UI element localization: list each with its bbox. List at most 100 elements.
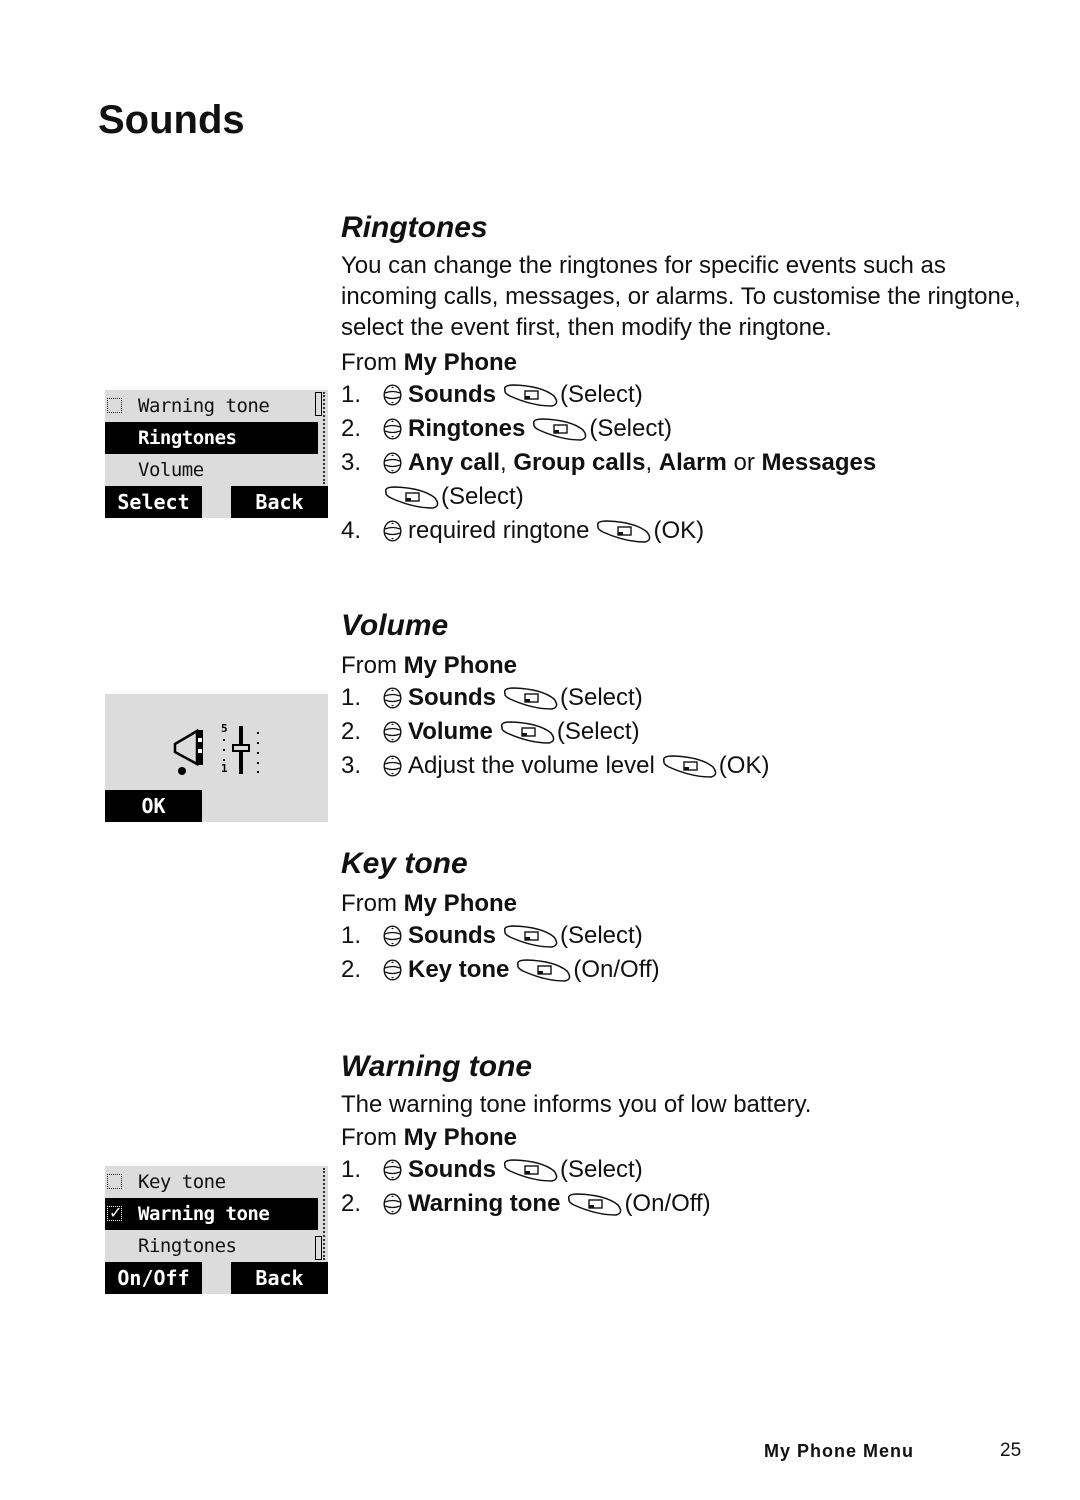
step-action: (Select): [560, 922, 643, 949]
volume-display: 5 1: [173, 722, 259, 775]
softkey-bar: Select Back: [105, 486, 328, 518]
step-number: 1.: [341, 684, 362, 711]
screen-menu-row: Volume: [105, 454, 318, 486]
navigation-key-icon: [383, 925, 402, 947]
screen-row-label: Warning tone: [138, 395, 270, 417]
step-number: 1.: [341, 381, 362, 408]
checkbox-checked-icon: ✓: [107, 1203, 122, 1222]
navigation-key-icon: [383, 959, 402, 981]
step-number: 4.: [341, 517, 362, 544]
from-prefix: From: [341, 652, 397, 679]
select-softkey-icon: [531, 416, 589, 442]
step-item: 1. Sounds (Select): [341, 1153, 1041, 1187]
step-number: 3.: [341, 752, 362, 779]
screen-row-label: Ringtones: [138, 1235, 237, 1257]
footer-chapter-label: My Phone Menu: [764, 1441, 915, 1461]
page-title: Sounds: [98, 98, 245, 142]
steps-list: 1. Sounds (Select) 2. Volume (Select) 3. A…: [341, 681, 1041, 783]
step-text: required ringtone: [408, 517, 590, 544]
phone-screen-volume: 5 1 OK: [105, 694, 328, 822]
phone-screen-ringtones: Warning tone Ringtones Volume Select Bac…: [105, 390, 328, 518]
volume-min-label: 1: [221, 762, 228, 775]
select-softkey-icon: [515, 957, 573, 983]
navigation-key-icon: [383, 1159, 402, 1181]
step-item: 2. Ringtones (Select): [341, 412, 1041, 446]
keytone-section: Key tone From My Phone 1. Sounds (Select)…: [341, 846, 1041, 987]
section-description: You can change the ringtones for specifi…: [341, 252, 1021, 341]
from-menu-name: My Phone: [403, 890, 518, 917]
section-heading: Volume: [341, 609, 449, 642]
scrollbar: [315, 1168, 325, 1260]
step-action: (Select): [589, 415, 673, 442]
step-item: 2. Volume (Select): [341, 715, 1041, 749]
select-softkey-icon: [383, 484, 441, 510]
steps-list: 1. Sounds (Select) 2. Ringtones (Select) 3…: [341, 378, 1041, 548]
from-prefix: From: [341, 1124, 397, 1151]
step-number: 2.: [341, 1190, 362, 1217]
navigation-key-icon: [383, 520, 402, 542]
screen-menu-row: Warning tone: [105, 390, 318, 422]
select-softkey-icon: [595, 518, 653, 544]
step-action: (On/Off): [624, 1190, 711, 1217]
step-menu-item: Ringtones: [408, 415, 526, 442]
navigation-key-icon: [383, 687, 402, 709]
volume-slider-thumb: [232, 744, 250, 752]
scrollbar-thumb: [315, 392, 322, 416]
screen-row-label: Volume: [138, 459, 204, 481]
from-menu-name: My Phone: [403, 349, 518, 376]
step-action: (OK): [653, 517, 705, 544]
section-description: The warning tone informs you of low batt…: [341, 1091, 812, 1118]
step-menu-item: Sounds: [408, 684, 496, 711]
step-action: (Select): [560, 684, 643, 711]
step-number: 1.: [341, 1156, 362, 1183]
section-heading: Key tone: [341, 847, 468, 880]
from-menu-line: From My Phone: [341, 347, 1041, 378]
steps-list: 1. Sounds (Select) 2. Warning tone (On/Off…: [341, 1153, 1041, 1221]
from-menu-name: My Phone: [403, 1124, 518, 1151]
step-action: (Select): [560, 1156, 643, 1183]
step-menu-item: Key tone: [408, 956, 510, 983]
step-action: (Select): [556, 718, 640, 745]
step-item: 1. Sounds (Select): [341, 681, 1041, 715]
screen-menu-row: Key tone: [105, 1166, 318, 1198]
step-item: 2. Key tone (On/Off): [341, 953, 1041, 987]
step-number: 2.: [341, 415, 362, 442]
step-menu-item: Sounds: [408, 1156, 496, 1183]
step-menu-item: Alarm: [658, 449, 727, 476]
separator: ,: [500, 449, 514, 476]
step-text: Adjust the volume level: [408, 752, 655, 779]
softkey-left: OK: [105, 790, 202, 822]
navigation-key-icon: [383, 418, 402, 440]
checkbox-icon: [107, 398, 122, 413]
section-heading: Warning tone: [341, 1050, 533, 1083]
step-menu-item: Messages: [761, 449, 877, 476]
softkey-right: Back: [231, 1262, 328, 1294]
step-action: (On/Off): [573, 956, 660, 983]
step-item: 1. Sounds (Select): [341, 919, 1041, 953]
step-item: 4. required ringtone (OK): [341, 514, 1041, 548]
step-menu-item: Volume: [408, 718, 493, 745]
navigation-key-icon: [383, 384, 402, 406]
step-item: 3. Any call, Group calls, Alarm or Messa…: [341, 446, 1041, 514]
step-action: (Select): [441, 483, 524, 510]
softkey-bar: On/Off Back: [105, 1262, 328, 1294]
select-softkey-icon: [502, 923, 560, 949]
screen-menu-row: Ringtones: [105, 1230, 318, 1262]
select-softkey-icon: [499, 719, 557, 745]
select-softkey-icon: [502, 382, 560, 408]
checkbox-icon: [107, 1174, 122, 1189]
page-number: 25: [1000, 1440, 1022, 1461]
softkey-bar: OK: [105, 790, 328, 822]
step-menu-item: Warning tone: [408, 1190, 561, 1217]
screen-row-label: Key tone: [138, 1171, 226, 1193]
ringtones-section: Ringtones You can change the ringtones f…: [341, 210, 1041, 548]
step-menu-item: Group calls: [513, 449, 646, 476]
navigation-key-icon: [383, 1193, 402, 1215]
step-menu-item: Sounds: [408, 381, 496, 408]
step-item: 3. Adjust the volume level (OK): [341, 749, 1041, 783]
from-prefix: From: [341, 349, 397, 376]
step-number: 3.: [341, 449, 362, 476]
navigation-key-icon: [383, 721, 402, 743]
select-softkey-icon: [566, 1191, 624, 1217]
screen-row-label: Ringtones: [138, 427, 237, 449]
